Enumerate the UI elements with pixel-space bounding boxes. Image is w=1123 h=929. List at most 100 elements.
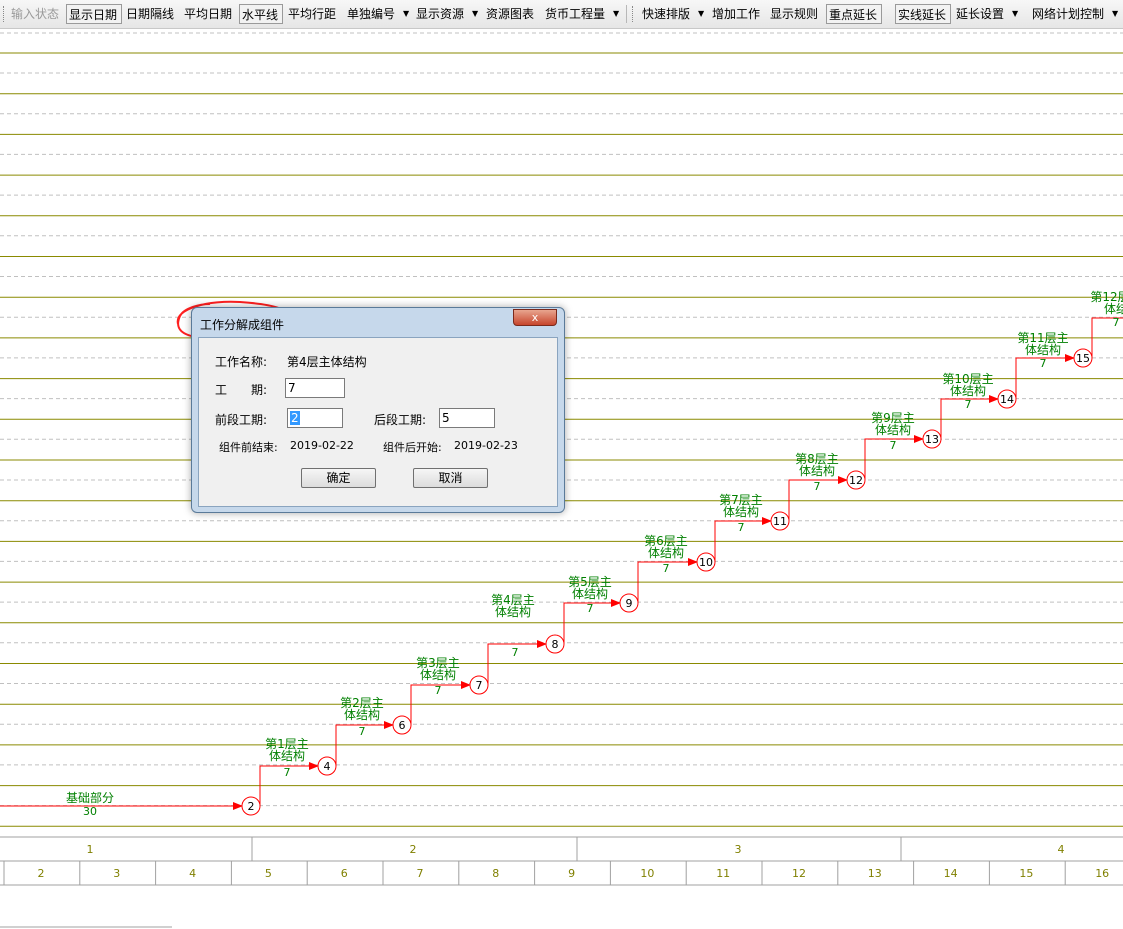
toolbar-grip[interactable] (632, 6, 635, 22)
input-state-button[interactable]: 输入状态 (9, 4, 63, 24)
timeline-unit-label: 13 (868, 867, 882, 880)
close-button[interactable]: x (513, 309, 557, 326)
activity-duration: 7 (1040, 357, 1047, 370)
back-duration-label: 后段工期: (374, 413, 427, 427)
timeline-unit-label: 9 (568, 867, 575, 880)
toolbar-separator (626, 5, 627, 23)
activity-name: 体结构 (950, 383, 986, 398)
activity-duration: 7 (890, 439, 897, 452)
timeline-unit-label: 2 (38, 867, 45, 880)
node-number: 11 (773, 515, 787, 528)
activity-name: 体结构 (875, 422, 911, 437)
activity-name: 体结构 (269, 748, 305, 763)
timeline-unit-label: 15 (1019, 867, 1033, 880)
activity-name: 基础部分 (66, 790, 114, 805)
back-duration-input[interactable]: 5 (439, 408, 495, 428)
activity-duration: 7 (814, 480, 821, 493)
timeline-unit-label: 10 (640, 867, 654, 880)
timeline-period-label: 1 (87, 843, 94, 856)
date-separator-button[interactable]: 日期隔线 (124, 4, 180, 24)
node-number: 12 (849, 474, 863, 487)
key-extension-button[interactable]: 重点延长 (826, 4, 882, 24)
currency-quantity-button[interactable]: 货币工程量 (543, 4, 611, 24)
timeline-unit-label: 16 (1095, 867, 1109, 880)
node-number: 9 (626, 597, 633, 610)
node-number: 15 (1076, 352, 1090, 365)
average-date-button[interactable]: 平均日期 (182, 4, 238, 24)
show-rules-button[interactable]: 显示规则 (768, 4, 824, 24)
cancel-button[interactable]: 取消 (413, 468, 488, 488)
node-number: 6 (399, 719, 406, 732)
timeline-unit-label: 12 (792, 867, 806, 880)
timeline-period-label: 3 (735, 843, 742, 856)
quick-layout-button[interactable]: 快速排版 (640, 4, 696, 24)
activity-duration: 7 (284, 766, 291, 779)
timeline-unit-label: 11 (716, 867, 730, 880)
front-end-label: 组件前结束: (219, 441, 278, 454)
toolbar-grip[interactable] (3, 6, 6, 22)
solid-extension-button[interactable]: 实线延长 (895, 4, 951, 24)
resource-chart-button[interactable]: 资源图表 (484, 4, 540, 24)
ok-button[interactable]: 确定 (301, 468, 376, 488)
front-duration-input[interactable]: 2 (287, 408, 343, 428)
front-end-value: 2019-02-22 (290, 439, 354, 452)
dropdown-arrow-icon[interactable]: ▼ (698, 4, 704, 24)
timeline-unit-label: 14 (944, 867, 958, 880)
decompose-work-dialog: 工作分解成组件 x 工作名称: 第4层主体结构 工 期: 7 前段工期: 2 后… (191, 307, 565, 513)
node-number: 8 (552, 638, 559, 651)
dropdown-arrow-icon[interactable]: ▼ (1012, 4, 1018, 24)
dialog-title: 工作分解成组件 (200, 318, 285, 332)
duration-input[interactable]: 7 (285, 378, 345, 398)
activity-duration: 30 (83, 805, 97, 818)
activity-name: 体结构 (723, 504, 759, 519)
duration-label: 工 期: (215, 383, 268, 397)
node-number: 7 (476, 679, 483, 692)
dropdown-arrow-icon[interactable]: ▼ (613, 4, 619, 24)
activity-duration: 7 (435, 684, 442, 697)
dropdown-arrow-icon[interactable]: ▼ (472, 4, 478, 24)
horizontal-line-button[interactable]: 水平线 (239, 4, 283, 24)
work-name-label: 工作名称: (215, 355, 268, 369)
separate-numbering-button[interactable]: 单独编号 (345, 4, 401, 24)
timeline-period-label: 4 (1058, 843, 1065, 856)
activity-name: 体结 (1104, 302, 1123, 316)
back-start-value: 2019-02-23 (454, 439, 518, 452)
activity-duration: 7 (965, 398, 972, 411)
timeline-unit-label: 3 (113, 867, 120, 880)
back-start-label: 组件后开始: (383, 441, 442, 454)
timeline-unit-label: 6 (341, 867, 348, 880)
average-row-spacing-button[interactable]: 平均行距 (286, 4, 342, 24)
timeline-unit-label: 5 (265, 867, 272, 880)
node-number: 4 (324, 760, 331, 773)
node-number: 13 (925, 433, 939, 446)
timeline-unit-label: 8 (492, 867, 499, 880)
node-number: 10 (699, 556, 713, 569)
front-duration-label: 前段工期: (215, 413, 268, 427)
activity-name: 体结构 (420, 667, 456, 682)
dialog-body: 工作名称: 第4层主体结构 工 期: 7 前段工期: 2 后段工期: 5 组件前… (198, 337, 558, 507)
timeline-period-label: 2 (410, 843, 417, 856)
activity-duration: 7 (512, 646, 519, 659)
show-date-button[interactable]: 显示日期 (66, 4, 122, 24)
activity-name: 体结构 (1025, 342, 1061, 357)
timeline-unit-label: 4 (189, 867, 196, 880)
dropdown-arrow-icon[interactable]: ▼ (1112, 4, 1118, 24)
activity-name: 体结构 (495, 604, 531, 619)
activity-name: 体结构 (344, 707, 380, 722)
activity-duration: 7 (738, 521, 745, 534)
toolbar: 输入状态 显示日期 日期隔线 平均日期 水平线 平均行距 单独编号 ▼ 显示资源 ▼ 资源图表 货币工… (0, 0, 1123, 29)
activity-name: 体结构 (648, 545, 684, 560)
activity-duration: 7 (359, 725, 366, 738)
extension-settings-button[interactable]: 延长设置 (954, 4, 1010, 24)
network-plan-control-button[interactable]: 网络计划控制 (1030, 4, 1110, 24)
show-resources-button[interactable]: 显示资源 (414, 4, 470, 24)
dropdown-arrow-icon[interactable]: ▼ (403, 4, 409, 24)
work-name-value: 第4层主体结构 (287, 355, 367, 369)
timeline-unit-label: 7 (417, 867, 424, 880)
node-number: 14 (1000, 393, 1014, 406)
activity-name: 体结构 (572, 586, 608, 601)
activity-duration: 7 (587, 602, 594, 615)
add-work-button[interactable]: 增加工作 (710, 4, 766, 24)
front-duration-value: 2 (290, 411, 300, 425)
activity-duration: 7 (663, 562, 670, 575)
